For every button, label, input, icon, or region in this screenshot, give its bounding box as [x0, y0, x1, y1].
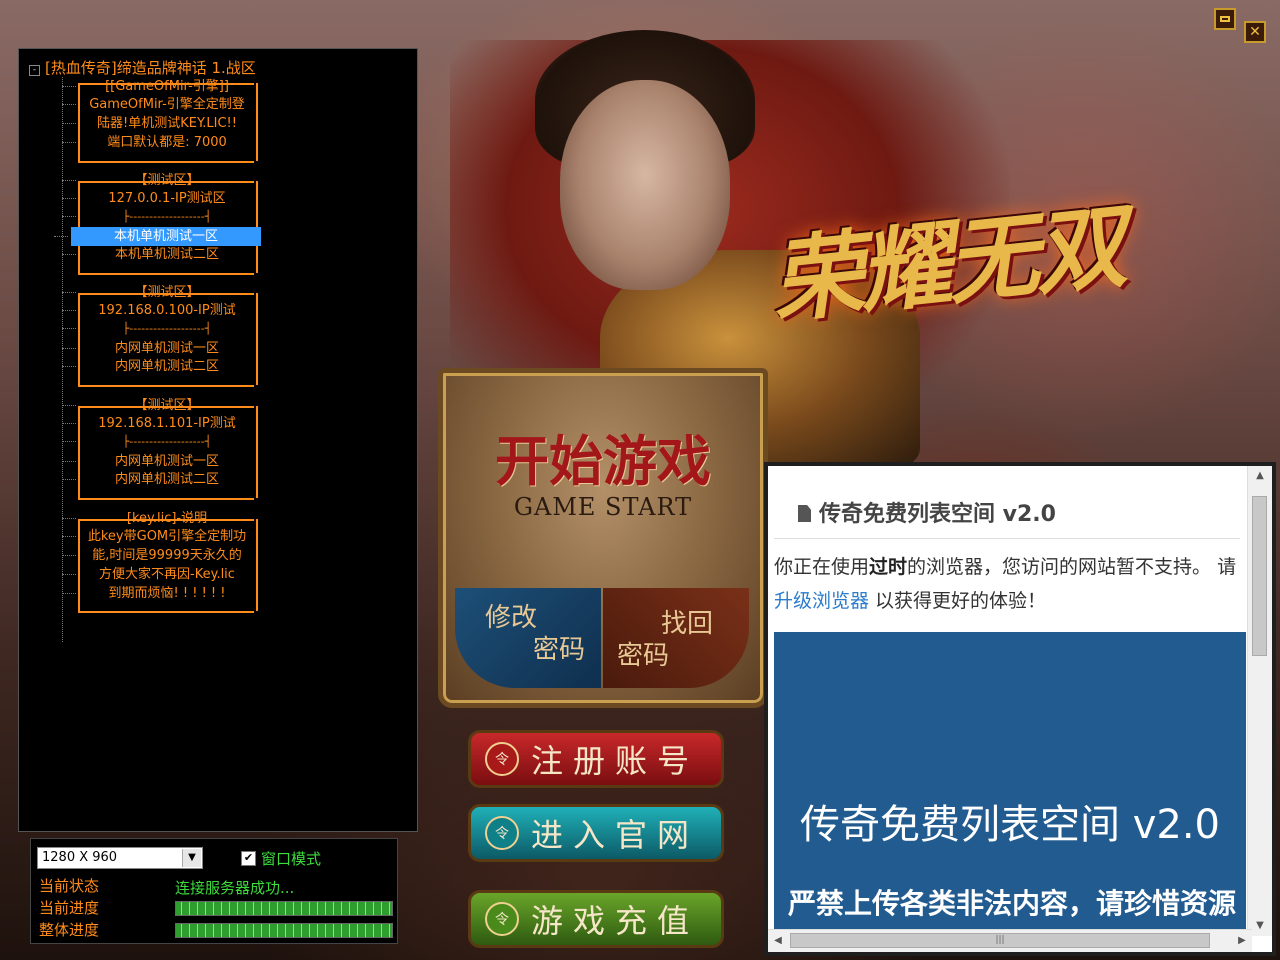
find-password-button[interactable]: 找回 密码 — [603, 588, 749, 688]
official-site-button[interactable]: 令 进入官网 — [468, 804, 724, 862]
banner-note: 严禁上传各类非法内容，请珍惜资源 — [788, 887, 1237, 920]
tree-node[interactable]: 端口默认都是: 7000 — [62, 133, 255, 152]
tree-connector — [62, 77, 63, 642]
resolution-select[interactable]: 1280 X 960 ▼ — [37, 847, 203, 869]
overall-progress-bar — [175, 923, 393, 938]
tree-node[interactable]: 内网单机测试二区 — [62, 470, 255, 489]
window-mode-checkbox[interactable]: ✔ — [241, 851, 256, 866]
tree-node[interactable]: 能,时间是99999天永久的 — [62, 546, 255, 565]
tree-separator: ├-------------------┤ — [62, 319, 255, 338]
tree-node[interactable]: 内网单机测试一区 — [62, 452, 255, 471]
scroll-up-icon[interactable]: ▲ — [1248, 466, 1272, 486]
group-border — [78, 273, 254, 275]
tree-node[interactable]: 【测试区】 — [62, 171, 255, 190]
resolution-value: 1280 X 960 — [42, 850, 118, 865]
warn-text-bold: 过时 — [869, 556, 908, 578]
tree-node[interactable]: 192.168.1.101-IP测试 — [62, 414, 255, 433]
horizontal-scrollbar[interactable]: ◀ ||| ▶ — [768, 929, 1252, 952]
group-border — [78, 385, 254, 387]
overall-progress-fill — [176, 924, 392, 937]
current-progress-label: 当前进度 — [39, 899, 100, 917]
warn-text-1: 你正在使用 — [774, 556, 870, 578]
upgrade-browser-link[interactable]: 升级浏览器 — [774, 590, 869, 612]
emblem-icon: 令 — [485, 742, 519, 776]
site-banner: 传奇免费列表空间 v2.0 严禁上传各类非法内容，请珍惜资源 — [774, 632, 1246, 932]
server-tree[interactable]: - [热血传奇]缔造品牌神话 1.战区 [[GameOfMir-引擎]] Game… — [18, 48, 418, 832]
warn-text-2: 的浏览器，您访问的网站暂不支持。 请 — [907, 556, 1237, 578]
divider — [774, 538, 1240, 539]
register-account-label: 注册账号 — [531, 742, 700, 780]
current-progress-bar — [175, 901, 393, 916]
window-mode-label[interactable]: 窗口模式 — [261, 848, 321, 869]
vertical-scroll-thumb[interactable] — [1252, 496, 1267, 656]
banner-title: 传奇免费列表空间 v2.0 — [800, 802, 1220, 848]
register-account-button[interactable]: 令 注册账号 — [468, 730, 724, 788]
change-password-button[interactable]: 修改 密码 — [455, 588, 601, 688]
recharge-label: 游戏充值 — [531, 902, 700, 940]
collapse-icon[interactable]: - — [29, 65, 40, 76]
minimize-icon — [1220, 16, 1230, 22]
hero-face-art — [560, 80, 730, 290]
emblem-icon: 令 — [485, 902, 519, 936]
scroll-left-icon[interactable]: ◀ — [768, 930, 788, 952]
start-game-button[interactable]: 开始游戏 — [443, 417, 763, 496]
current-state-value: 连接服务器成功... — [175, 879, 295, 897]
tree-root[interactable]: - [热血传奇]缔造品牌神话 1.战区 — [29, 57, 256, 78]
horizontal-scroll-thumb[interactable]: ||| — [790, 933, 1210, 948]
tree-root-label: [热血传奇]缔造品牌神话 1.战区 — [45, 59, 256, 77]
change-password-label-1: 修改 — [485, 603, 538, 633]
minimize-button[interactable] — [1214, 8, 1236, 30]
browser-title-text: 传奇免费列表空间 v2.0 — [819, 502, 1056, 527]
document-icon — [798, 505, 811, 522]
warn-text-3: 以获得更好的体验！ — [869, 590, 1047, 612]
tree-node[interactable]: 【测试区】 — [62, 396, 255, 415]
tree-node[interactable]: [key.lic]-说明 — [62, 509, 255, 528]
scroll-right-icon[interactable]: ▶ — [1232, 930, 1252, 952]
tree-node[interactable]: 此key带GOM引擎全定制功 — [62, 527, 255, 546]
tree-node[interactable]: 到期而烦恼! ! ! ! ! ! — [62, 584, 255, 603]
overall-progress-label: 整体进度 — [39, 921, 100, 939]
chevron-down-icon[interactable]: ▼ — [182, 849, 201, 867]
tree-node[interactable]: 本机单机测试二区 — [62, 245, 255, 264]
start-game-subtitle[interactable]: GAME START — [443, 493, 763, 521]
group-border — [78, 161, 254, 163]
tree-separator: ├-------------------┤ — [62, 432, 255, 451]
tree-node[interactable]: 127.0.0.1-IP测试区 — [62, 189, 255, 208]
emblem-icon: 令 — [485, 816, 519, 850]
tree-node[interactable]: [[GameOfMir-引擎]] — [62, 77, 255, 96]
tree-node-selected[interactable]: 本机单机测试一区 — [54, 227, 261, 246]
tree-node[interactable]: 陆器!单机测试KEY.LIC!! — [62, 114, 255, 133]
vertical-scrollbar[interactable]: ▲ ▼ — [1247, 466, 1272, 936]
official-site-label: 进入官网 — [531, 816, 700, 854]
recharge-button[interactable]: 令 游戏充值 — [468, 890, 724, 948]
group-border — [78, 611, 254, 613]
start-game-board: 开始游戏 GAME START 修改 密码 找回 密码 — [438, 368, 768, 708]
browser-page-title: 传奇免费列表空间 v2.0 — [798, 496, 1056, 528]
close-icon: ✕ — [1249, 24, 1261, 40]
current-progress-fill — [176, 902, 392, 915]
tree-node[interactable]: GameOfMir-引擎全定制登 — [62, 95, 255, 114]
change-password-label-2: 密码 — [533, 635, 586, 665]
tree-node[interactable]: 方便大家不再因-Key.lic — [62, 565, 255, 584]
close-button[interactable]: ✕ — [1244, 21, 1266, 43]
find-password-label-2: 密码 — [617, 641, 670, 671]
current-state-label: 当前状态 — [39, 877, 100, 895]
embedded-browser[interactable]: 传奇免费列表空间 v2.0 你正在使用过时的浏览器，您访问的网站暂不支持。 请 … — [764, 462, 1276, 956]
tree-separator: ├-------------------┤ — [62, 207, 255, 226]
tree-node[interactable]: 192.168.0.100-IP测试 — [62, 301, 255, 320]
tree-node[interactable]: 内网单机测试一区 — [62, 339, 255, 358]
outdated-browser-warning: 你正在使用过时的浏览器，您访问的网站暂不支持。 请 升级浏览器 以获得更好的体验… — [774, 550, 1248, 618]
status-panel: 1280 X 960 ▼ ✔ 窗口模式 当前状态 连接服务器成功... 当前进度… — [30, 838, 398, 944]
find-password-label-1: 找回 — [661, 609, 714, 639]
tree-node[interactable]: 内网单机测试二区 — [62, 357, 255, 376]
tree-node[interactable]: 【测试区】 — [62, 283, 255, 302]
group-border — [78, 498, 254, 500]
